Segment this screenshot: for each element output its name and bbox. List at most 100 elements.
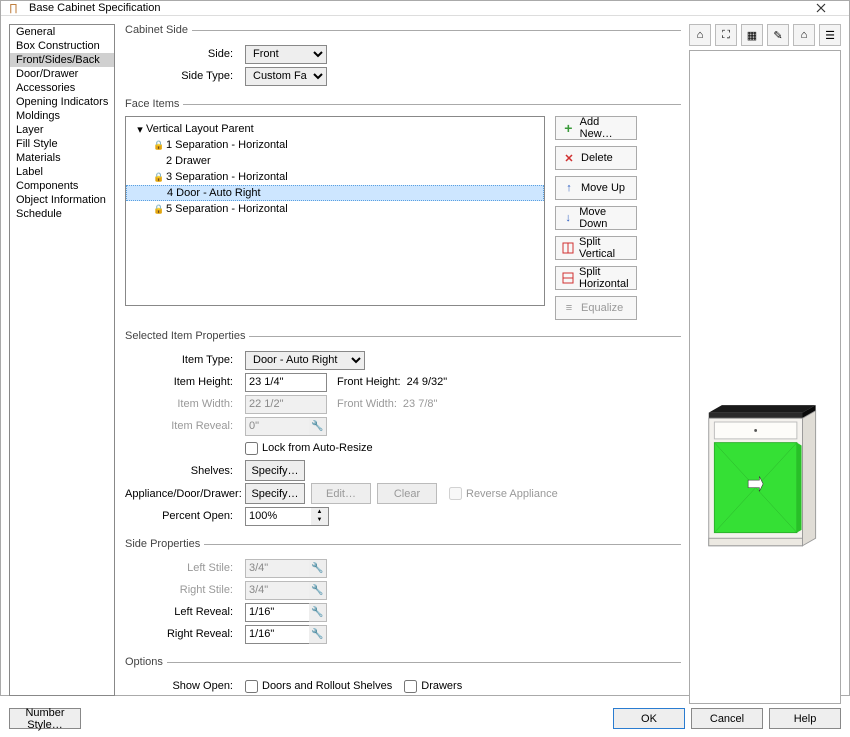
cabinet-preview[interactable]: [689, 50, 841, 704]
split-h-icon: [562, 271, 574, 285]
titlebar: Base Cabinet Specification: [1, 1, 849, 16]
wrench-icon: 🔧: [309, 559, 327, 578]
side-label: Side:: [125, 48, 245, 60]
lock-icon: 🔒: [152, 140, 166, 151]
move-down-button[interactable]: ↓Move Down: [555, 206, 637, 230]
left-reveal-label: Left Reveal:: [125, 606, 245, 618]
reverse-appliance-checkbox: Reverse Appliance: [449, 487, 558, 500]
selected-item-group: Selected Item Properties Item Type: Door…: [125, 330, 681, 528]
left-reveal-input[interactable]: [245, 603, 309, 622]
tree-root[interactable]: ▾Vertical Layout Parent: [126, 121, 544, 137]
sidebar-item-general[interactable]: General: [10, 25, 114, 39]
window-icon[interactable]: ▦: [741, 24, 763, 46]
app-icon: [9, 1, 23, 15]
side-properties-legend: Side Properties: [125, 538, 204, 550]
right-reveal-input[interactable]: [245, 625, 309, 644]
move-up-button[interactable]: ↑Move Up: [555, 176, 637, 200]
preview-toolbar: ⌂⛶▦✎⌂☰: [689, 24, 841, 46]
front-width-label: Front Width:: [337, 398, 397, 410]
front-height-label: Front Height:: [337, 376, 401, 388]
side-type-select[interactable]: Custom Face: [245, 67, 327, 86]
item-height-input[interactable]: [245, 373, 327, 392]
split-vertical-button[interactable]: Split Vertical: [555, 236, 637, 260]
cabinet-side-group: Cabinet Side Side: Front Side Type: Cust…: [125, 24, 681, 88]
sidebar-item-schedule[interactable]: Schedule: [10, 207, 114, 221]
front-width-value: 23 7/8": [403, 398, 438, 410]
doors-checkbox[interactable]: Doors and Rollout Shelves: [245, 680, 392, 693]
sidebar-item-front-sides-back[interactable]: Front/Sides/Back: [10, 53, 114, 67]
appliance-clear-button: Clear: [377, 483, 437, 504]
cancel-button[interactable]: Cancel: [691, 708, 763, 729]
item-width-input: [245, 395, 327, 414]
sidebar-item-opening-indicators[interactable]: Opening Indicators: [10, 95, 114, 109]
sidebar-item-materials[interactable]: Materials: [10, 151, 114, 165]
window-title: Base Cabinet Specification: [29, 2, 801, 14]
percent-spinner[interactable]: ▲▼: [311, 507, 329, 526]
wrench-icon[interactable]: 🔧: [309, 625, 327, 644]
split-v-icon: [562, 241, 574, 255]
face-items-tree[interactable]: ▾Vertical Layout Parent🔒1 Separation - H…: [125, 116, 545, 306]
wrench-icon[interactable]: 🔧: [309, 603, 327, 622]
options-legend: Options: [125, 656, 167, 668]
left-stile-label: Left Stile:: [125, 562, 245, 574]
sidebar-item-fill-style[interactable]: Fill Style: [10, 137, 114, 151]
side-select[interactable]: Front: [245, 45, 327, 64]
shelves-label: Shelves:: [125, 465, 245, 477]
wrench-icon: 🔧: [309, 417, 327, 436]
left-stile-input: [245, 559, 309, 578]
tree-item[interactable]: 🔒5 Separation - Horizontal: [126, 201, 544, 217]
plus-icon: +: [562, 121, 575, 135]
house-view-icon[interactable]: ⌂: [689, 24, 711, 46]
delete-button[interactable]: ✕Delete: [555, 146, 637, 170]
tree-item[interactable]: 🔒3 Separation - Horizontal: [126, 169, 544, 185]
percent-open-label: Percent Open:: [125, 510, 245, 522]
caret-down-icon: ▾: [134, 123, 146, 136]
drawers-checkbox[interactable]: Drawers: [404, 680, 462, 693]
sidebar-item-moldings[interactable]: Moldings: [10, 109, 114, 123]
sidebar-item-layer[interactable]: Layer: [10, 123, 114, 137]
face-items-legend: Face Items: [125, 98, 183, 110]
arrow-down-icon: ↓: [562, 211, 574, 225]
sidebar-item-door-drawer[interactable]: Door/Drawer: [10, 67, 114, 81]
sidebar-item-accessories[interactable]: Accessories: [10, 81, 114, 95]
category-sidebar: GeneralBox ConstructionFront/Sides/BackD…: [9, 24, 115, 696]
options-group: Options Show Open: Doors and Rollout She…: [125, 656, 681, 698]
equalize-button[interactable]: ≡Equalize: [555, 296, 637, 320]
item-height-label: Item Height:: [125, 376, 245, 388]
item-type-select[interactable]: Door - Auto Right: [245, 351, 365, 370]
side-type-label: Side Type:: [125, 70, 245, 82]
help-button[interactable]: Help: [769, 708, 841, 729]
percent-open-input[interactable]: [245, 507, 311, 526]
item-reveal-label: Item Reveal:: [125, 420, 245, 432]
right-reveal-label: Right Reveal:: [125, 628, 245, 640]
front-height-value: 24 9/32": [407, 376, 448, 388]
expand-icon[interactable]: ⛶: [715, 24, 737, 46]
sidebar-item-object-information[interactable]: Object Information: [10, 193, 114, 207]
add-new-button[interactable]: +Add New…: [555, 116, 637, 140]
cabinet-side-legend: Cabinet Side: [125, 24, 192, 36]
tree-item[interactable]: 4 Door - Auto Right: [126, 185, 544, 201]
item-type-label: Item Type:: [125, 354, 245, 366]
split-horizontal-button[interactable]: Split Horizontal: [555, 266, 637, 290]
sidebar-item-components[interactable]: Components: [10, 179, 114, 193]
appliance-specify-button[interactable]: Specify…: [245, 483, 305, 504]
lock-icon: 🔒: [152, 204, 166, 215]
sidebar-item-box-construction[interactable]: Box Construction: [10, 39, 114, 53]
number-style-button[interactable]: Number Style…: [9, 708, 81, 729]
home-color-icon[interactable]: ⌂: [793, 24, 815, 46]
close-button[interactable]: [801, 1, 841, 15]
tree-item[interactable]: 🔒1 Separation - Horizontal: [126, 137, 544, 153]
lock-auto-resize-checkbox[interactable]: Lock from Auto-Resize: [245, 442, 373, 455]
tools-icon[interactable]: ✎: [767, 24, 789, 46]
sidebar-item-label[interactable]: Label: [10, 165, 114, 179]
appliance-edit-button: Edit…: [311, 483, 371, 504]
settings-icon[interactable]: ☰: [819, 24, 841, 46]
appliance-label: Appliance/Door/Drawer:: [125, 488, 245, 500]
show-open-label: Show Open:: [125, 680, 245, 692]
item-width-label: Item Width:: [125, 398, 245, 410]
face-items-group: Face Items ▾Vertical Layout Parent🔒1 Sep…: [125, 98, 681, 320]
tree-item[interactable]: 2 Drawer: [126, 153, 544, 169]
x-icon: ✕: [562, 151, 576, 165]
ok-button[interactable]: OK: [613, 708, 685, 729]
shelves-specify-button[interactable]: Specify…: [245, 460, 305, 481]
